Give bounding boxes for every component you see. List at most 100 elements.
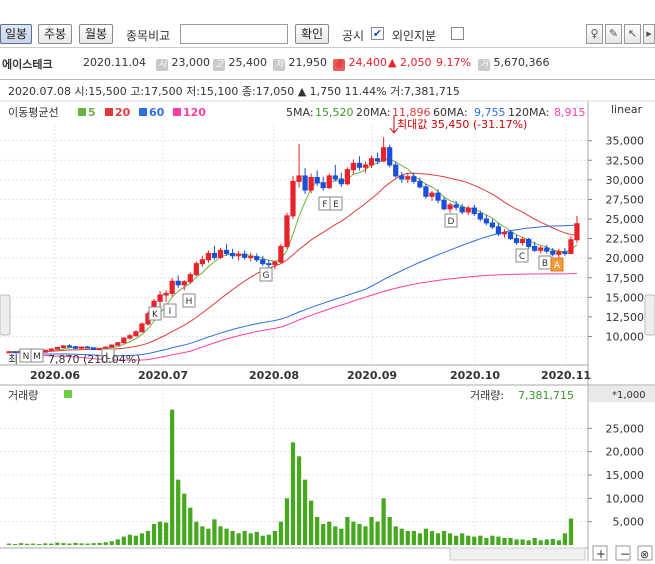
volume-tick-label: 15,000 [606, 469, 645, 482]
volume-readout-label: 거래량: [470, 389, 504, 402]
candle-body [60, 345, 67, 348]
volume-bar [399, 528, 404, 545]
ma-legend-label: 5 [88, 106, 96, 119]
candle-body [308, 176, 314, 191]
volume-icon: 거 [478, 59, 490, 71]
candle-body [42, 349, 48, 353]
candle-body [211, 252, 218, 258]
svg-text:7,870 (210.04%): 7,870 (210.04%) [48, 353, 141, 366]
volume-bar [266, 534, 271, 545]
volume-bar [302, 479, 308, 545]
x-tick-label: 2020.08 [249, 369, 299, 382]
low-icon: 저 [273, 59, 285, 71]
right-scroll-handle[interactable] [644, 294, 655, 336]
volume-bar [260, 535, 265, 545]
cursor-icon[interactable]: ↖ [624, 24, 641, 44]
signal-markers: K IHGF EDCB AN M L [19, 196, 564, 363]
candle-body [90, 347, 97, 350]
monthly-button[interactable]: 월봉 [79, 24, 113, 44]
volume-bar [375, 521, 380, 545]
pen-icon[interactable]: ✎ [605, 24, 622, 44]
candle-body [435, 192, 441, 201]
volume-tick-label: 25,000 [606, 422, 645, 435]
x-tick-label: 2020.09 [347, 369, 397, 382]
candle-body [350, 162, 357, 171]
signal-marker-label: F [322, 200, 327, 210]
confirm-button[interactable]: 확인 [295, 24, 329, 44]
volume-readout: 7,381,715 [518, 389, 574, 402]
volume-bar [49, 543, 54, 545]
candle-body [429, 192, 435, 197]
volume-bar [73, 542, 78, 545]
candle-body [139, 323, 145, 333]
volume-bar [556, 540, 561, 545]
price-tick-label: 10,000 [606, 331, 645, 344]
volume-bar [460, 533, 465, 545]
ma-legend-swatch [173, 108, 181, 116]
candle-body [175, 280, 181, 286]
candle-body [223, 249, 230, 254]
ma-legend-label: 20 [115, 106, 131, 119]
x-tick-label: 2020.07 [138, 369, 188, 382]
ma-legend: 5 20 60 120 [78, 106, 206, 119]
candle-body [54, 346, 60, 350]
horizontal-scrollbar[interactable] [449, 547, 586, 561]
volume-bar [206, 528, 211, 545]
candle-body [544, 247, 550, 252]
candle-body [465, 207, 471, 213]
candle-body [266, 263, 272, 266]
bulb-icon[interactable]: ♀ [586, 24, 603, 44]
volume-bar [435, 533, 441, 545]
price-tick-label: 30,000 [606, 174, 645, 187]
volume-bar [357, 524, 362, 545]
volume-bar [133, 535, 139, 545]
candle-body [260, 259, 266, 265]
candle-body [103, 346, 109, 350]
volume-bar [139, 533, 145, 545]
candle-body [205, 252, 212, 261]
volume-bar [127, 534, 132, 545]
compare-label: 종목비교 [126, 29, 171, 43]
signal-marker-label: A [554, 261, 561, 271]
expand-icon[interactable]: ▸ [643, 24, 655, 44]
volume-bar [405, 531, 410, 545]
price-tick-label: 20,000 [606, 252, 645, 265]
volume-bar [67, 543, 72, 545]
plus-icon: + [596, 547, 606, 561]
volume-bar [550, 538, 555, 545]
volume-bar [176, 479, 181, 545]
candle-body [133, 331, 139, 337]
weekly-button[interactable]: 주봉 [38, 24, 72, 44]
volume-bar [230, 531, 235, 545]
volume-bar [532, 538, 537, 545]
candle-body [483, 218, 489, 224]
candle-body [163, 292, 169, 296]
volume-bar [115, 539, 120, 545]
daily-button[interactable]: 일봉 [0, 24, 32, 44]
ma-legend-swatch [78, 108, 86, 116]
volume-bar [31, 543, 36, 545]
volume-bar [97, 542, 102, 545]
compare-input[interactable] [180, 24, 288, 44]
stock-chart[interactable]: 2020.07.08 시:15,500 고:17,500 저:15,100 종:… [0, 80, 655, 561]
candle-body [526, 238, 532, 247]
volume-bar [381, 498, 386, 545]
candle-body [411, 176, 417, 182]
volume-tick-label: 5,000 [613, 516, 645, 529]
foreign-checkbox[interactable] [451, 27, 464, 40]
volume-bar [496, 536, 501, 545]
volume-bar [484, 538, 489, 545]
candle-body [97, 348, 103, 351]
candle-body [272, 261, 278, 265]
left-scroll-handle[interactable] [0, 294, 11, 336]
signal-marker-label: D [448, 217, 455, 227]
candle-body [48, 348, 54, 351]
candle-body [374, 158, 381, 162]
price-tick-label: 17,500 [606, 272, 645, 285]
volume-bar [145, 531, 151, 545]
volume-bar [218, 526, 223, 545]
max-annotation: 최대값 35,450 (-31.17%) [389, 116, 527, 134]
candle-body [368, 158, 375, 166]
disclosure-checkbox[interactable]: ✔ [371, 27, 384, 40]
volume-tick-label: 20,000 [606, 446, 645, 459]
